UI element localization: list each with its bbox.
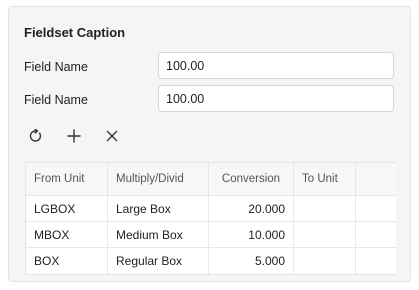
cell-multiply: Regular Box bbox=[108, 248, 209, 274]
cell-multiply: Large Box bbox=[108, 196, 209, 221]
fieldset-panel: Fieldset Caption Field Name Field Name F… bbox=[8, 6, 411, 282]
delete-button[interactable] bbox=[101, 125, 123, 147]
field-label: Field Name bbox=[24, 60, 88, 74]
cell-from-unit: BOX bbox=[26, 248, 108, 274]
cell-conversion: 20.000 bbox=[209, 196, 294, 221]
refresh-icon bbox=[29, 129, 42, 142]
cell-filler bbox=[356, 222, 396, 247]
table-row[interactable]: BOX Regular Box 5.000 bbox=[26, 248, 396, 274]
add-icon bbox=[67, 129, 81, 143]
fieldset-caption: Fieldset Caption bbox=[24, 25, 126, 40]
cell-from-unit: LGBOX bbox=[26, 196, 108, 221]
cell-to-unit bbox=[294, 222, 356, 247]
refresh-button[interactable] bbox=[25, 125, 47, 147]
field-input-2[interactable] bbox=[158, 85, 394, 112]
field-input-1[interactable] bbox=[158, 52, 394, 79]
column-header-multiply[interactable]: Multiply/Divid bbox=[108, 163, 209, 195]
unit-conversion-grid: From Unit Multiply/Divid Conversion To U… bbox=[25, 162, 396, 275]
column-header-conversion[interactable]: Conversion bbox=[209, 163, 294, 195]
column-header-to-unit[interactable]: To Unit bbox=[294, 163, 356, 195]
cell-multiply: Medium Box bbox=[108, 222, 209, 247]
column-header-from-unit[interactable]: From Unit bbox=[26, 163, 108, 195]
grid-header-row: From Unit Multiply/Divid Conversion To U… bbox=[26, 163, 396, 196]
cell-conversion: 10.000 bbox=[209, 222, 294, 247]
cell-to-unit bbox=[294, 248, 356, 274]
table-row[interactable]: LGBOX Large Box 20.000 bbox=[26, 196, 396, 222]
cell-to-unit bbox=[294, 196, 356, 221]
table-row[interactable]: MBOX Medium Box 10.000 bbox=[26, 222, 396, 248]
cell-conversion: 5.000 bbox=[209, 248, 294, 274]
cell-filler bbox=[356, 248, 396, 274]
add-button[interactable] bbox=[63, 125, 85, 147]
field-label: Field Name bbox=[24, 93, 88, 107]
column-header-filler bbox=[356, 163, 396, 195]
close-icon bbox=[106, 130, 118, 142]
cell-filler bbox=[356, 196, 396, 221]
cell-from-unit: MBOX bbox=[26, 222, 108, 247]
